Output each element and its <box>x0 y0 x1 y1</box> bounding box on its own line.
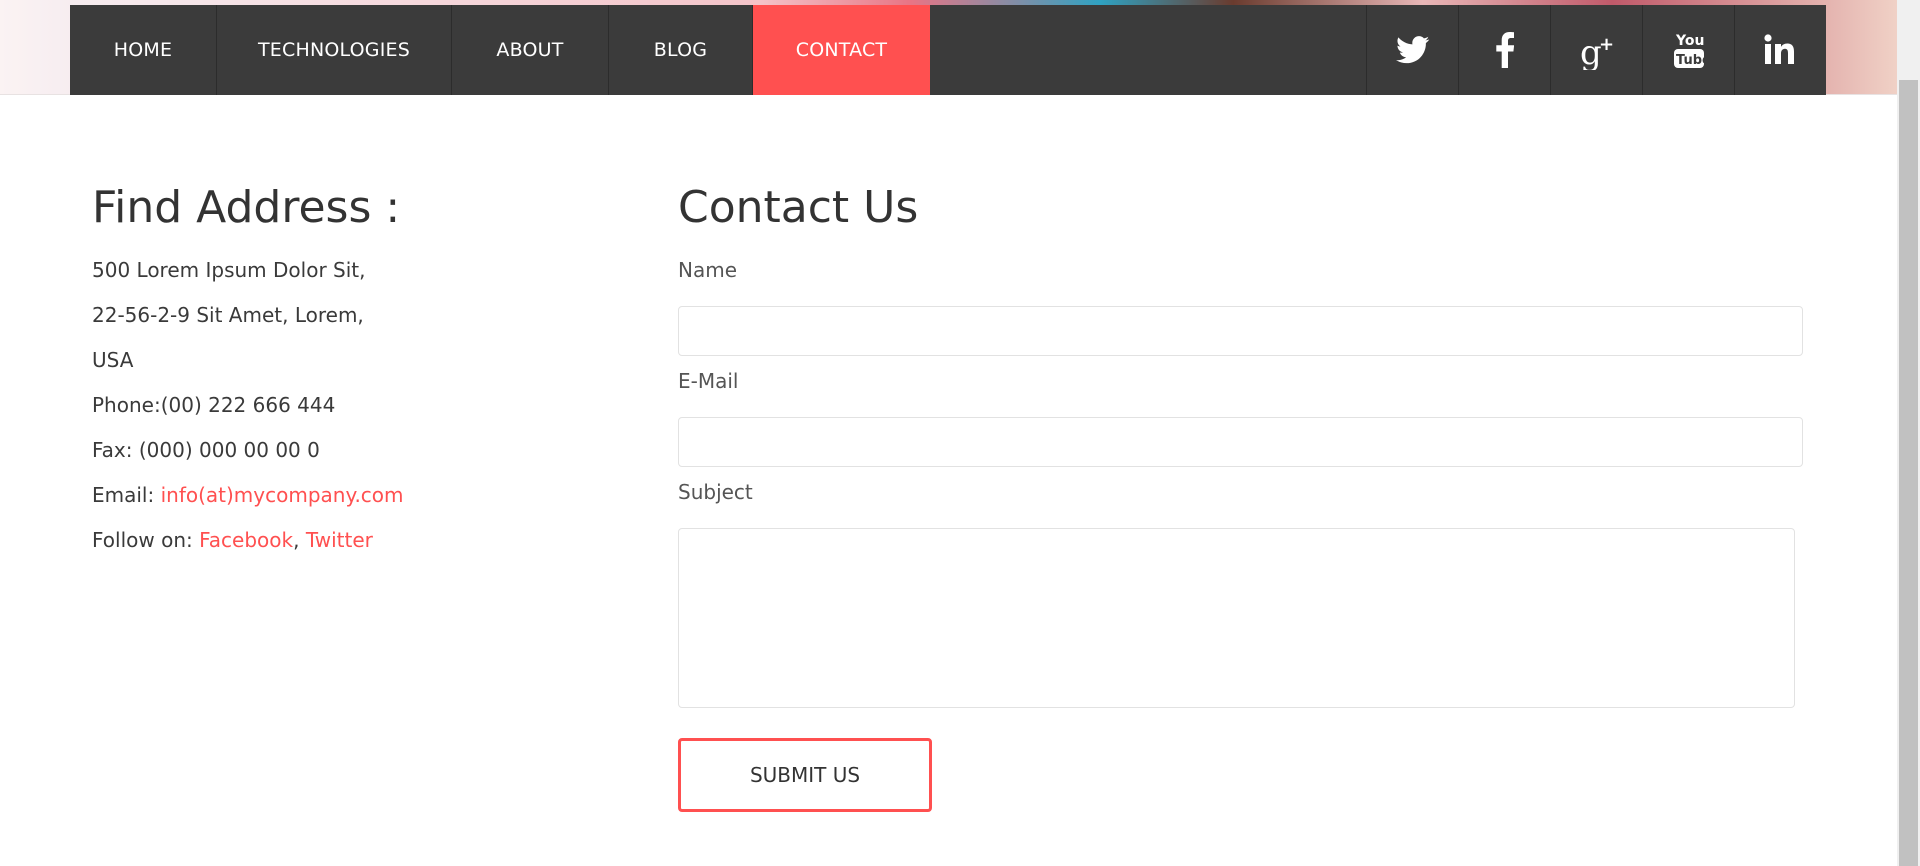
contact-heading: Contact Us <box>678 182 919 233</box>
nav-blog[interactable]: BLOG <box>609 5 753 95</box>
subject-textarea[interactable] <box>678 528 1795 708</box>
follow-separator: , <box>293 528 306 552</box>
nav-technologies[interactable]: TECHNOLOGIES <box>217 5 452 95</box>
follow-label: Follow on: <box>92 528 200 552</box>
facebook-icon <box>1495 32 1514 68</box>
address-info-list: 500 Lorem Ipsum Dolor Sit, 22-56-2-9 Sit… <box>92 248 592 563</box>
find-address-heading: Find Address : <box>92 182 401 233</box>
subject-label: Subject <box>678 480 753 504</box>
fax-line: Fax: (000) 000 00 00 0 <box>92 438 320 462</box>
twitter-link[interactable] <box>1366 5 1458 95</box>
nav-contact[interactable]: CONTACT <box>753 5 930 95</box>
address-line-3: USA <box>92 348 134 372</box>
name-input[interactable] <box>678 306 1803 356</box>
svg-text:+: + <box>1599 34 1614 55</box>
twitter-icon <box>1395 36 1429 64</box>
scrollbar-thumb[interactable] <box>1899 80 1918 866</box>
find-address-section: Find Address : 500 Lorem Ipsum Dolor Sit… <box>92 180 592 563</box>
email-label: E-Mail <box>678 369 739 393</box>
follow-line: Follow on: Facebook, Twitter <box>92 518 592 563</box>
nav-home[interactable]: HOME <box>70 5 217 95</box>
contact-form-section: Contact Us Name E-Mail Subject SUBMIT US <box>678 180 1803 812</box>
follow-facebook-link[interactable]: Facebook <box>199 528 293 552</box>
google-plus-link[interactable]: g + <box>1550 5 1642 95</box>
youtube-link[interactable]: You Tube <box>1642 5 1734 95</box>
follow-twitter-link[interactable]: Twitter <box>306 528 373 552</box>
phone-line: Phone:(00) 222 666 444 <box>92 393 336 417</box>
nav-about[interactable]: ABOUT <box>452 5 609 95</box>
address-line-2: 22-56-2-9 Sit Amet, Lorem, <box>92 303 364 327</box>
linkedin-icon <box>1763 34 1794 64</box>
submit-button[interactable]: SUBMIT US <box>678 738 932 812</box>
email-input[interactable] <box>678 417 1803 467</box>
scrollbar-track[interactable] <box>1897 0 1920 866</box>
google-plus-icon: g + <box>1580 33 1614 70</box>
svg-text:You: You <box>1675 33 1704 49</box>
main-navbar: HOME TECHNOLOGIES ABOUT BLOG CONTACT g +… <box>70 5 1826 95</box>
email-label: Email: <box>92 483 161 507</box>
name-label: Name <box>678 258 738 282</box>
linkedin-link[interactable] <box>1734 5 1826 95</box>
address-line-1: 500 Lorem Ipsum Dolor Sit, <box>92 258 366 282</box>
social-links: g + You Tube <box>1366 5 1826 95</box>
svg-text:Tube: Tube <box>1676 53 1706 68</box>
email-line: Email: info(at)mycompany.com <box>92 473 592 518</box>
email-link[interactable]: info(at)mycompany.com <box>161 483 404 507</box>
facebook-link[interactable] <box>1458 5 1550 95</box>
youtube-icon: You Tube <box>1673 33 1706 68</box>
